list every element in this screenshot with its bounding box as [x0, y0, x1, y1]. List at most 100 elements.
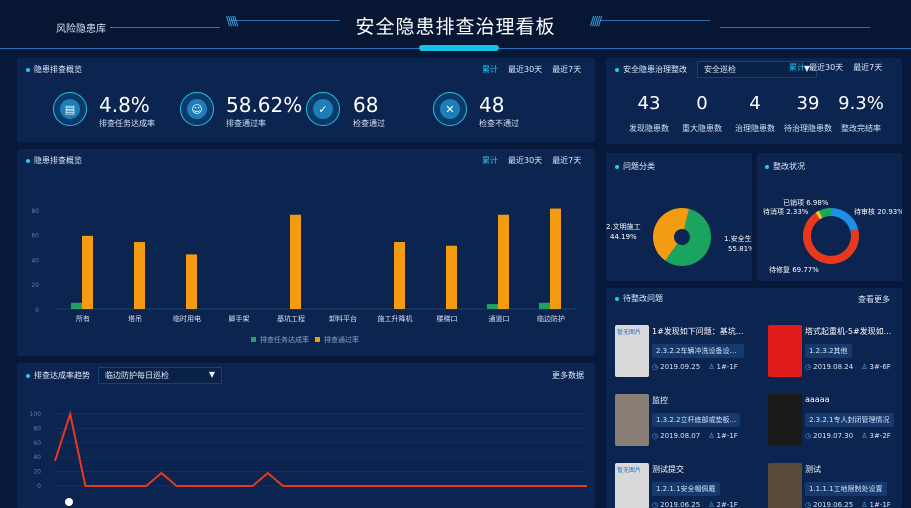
x-tick-label: 通道口: [489, 314, 510, 323]
issue-tag: 1.2.3.2其他: [805, 344, 852, 358]
issue-tag: 1.1.1.1工地限制处设置: [805, 482, 887, 496]
donut-label: 待审核 20.93%: [854, 207, 902, 216]
y-tick-label: 20: [33, 469, 41, 476]
rstat-found-label: 发现隐患数: [629, 124, 669, 133]
bar-tab-30d[interactable]: 最近30天: [508, 156, 542, 165]
x-tick-label: 临边防护: [537, 314, 565, 323]
person-icon: ♙: [708, 432, 715, 440]
issue-meta: ◷ 2019.06.25 ♙ 1#-1F: [805, 501, 891, 508]
y-tick-label: 0: [35, 307, 39, 314]
issue-meta: ◷ 2019.07.30 ♙ 3#-2F: [805, 432, 891, 440]
issue-title: 监控: [652, 396, 668, 405]
pending-issues-title: 待整改问题: [615, 293, 663, 304]
rstat-pending-value: 39: [796, 93, 820, 114]
bar-tab-total[interactable]: 累计: [482, 156, 498, 165]
pending-issue-card[interactable]: aaaaa 2.3.2.1专人封闭管理情况 ◷ 2019.07.30 ♙ 3#-2F: [768, 392, 904, 448]
x-tick-label: 塔吊: [128, 314, 142, 323]
y-tick-label: 20: [31, 282, 39, 289]
issue-meta: ◷ 2019.08.07 ♙ 1#-1F: [652, 432, 738, 440]
clock-icon: ◷: [652, 363, 659, 371]
stat-passed-label: 检查通过: [353, 119, 385, 128]
pie-label: 1.安全生产: [724, 234, 752, 243]
y-tick-label: 80: [33, 425, 41, 432]
rectify-select-value: 安全巡检: [704, 65, 736, 74]
clock-icon: ◷: [652, 501, 659, 508]
issue-date: 2019.06.25: [660, 501, 701, 508]
bar-排查任务达成率: [539, 302, 550, 309]
trend-title: 排查达成率趋势: [26, 370, 90, 381]
issue-location: 2#-1F: [716, 501, 738, 508]
stat-pass-rate-value: 58.62%: [226, 93, 303, 117]
office-photo: [615, 394, 649, 446]
dark-photo: [768, 394, 802, 446]
overview-tab-total[interactable]: 累计: [482, 65, 498, 74]
pie-value: 44.19%: [610, 233, 637, 241]
trend-line: [54, 410, 587, 487]
issue-location: 3#-6F: [869, 363, 891, 371]
rectify-tab-7d[interactable]: 最近7天: [853, 63, 882, 72]
clock-icon: ◷: [805, 501, 812, 508]
x-tick-label: 楼梯口: [437, 314, 458, 323]
pending-more-link[interactable]: 查看更多: [858, 294, 890, 305]
thumb-alt-text: 暂无图片: [617, 467, 642, 474]
pending-issue-card[interactable]: 监控 1.3.2.2立杆底部或垫板... ◷ 2019.08.07 ♙ 1#-1F: [615, 392, 751, 448]
rstat-found-value: 43: [637, 93, 661, 114]
header-deco-line-right: [600, 20, 710, 21]
y-tick-label: 60: [31, 233, 39, 240]
header-stripes-left: \\\\\: [226, 14, 238, 28]
pie-value: 55.81%: [728, 245, 752, 253]
bar-排查通过率: [186, 254, 197, 309]
site-photo: [768, 463, 802, 508]
rectify-tab-30d[interactable]: 最近30天: [809, 63, 843, 72]
bar-排查通过率: [290, 214, 301, 309]
rectify-status-title: 整改状况: [765, 161, 805, 172]
issue-category-pie: 1.安全生产 55.81% 2.文明施工 44.19%: [606, 208, 752, 266]
bar-排查通过率: [446, 245, 457, 309]
title-underline: [419, 45, 499, 51]
pending-issue-card[interactable]: 暂无图片 测试提交 1.2.1.1安全帽佩戴 ◷ 2019.06.25 ♙ 2#-1F: [615, 461, 751, 508]
overview-tabs: 累计 最近30天 最近7天: [472, 64, 581, 75]
issue-meta: ◷ 2019.08.24 ♙ 3#-6F: [805, 363, 891, 371]
trend-select[interactable]: 临边防护每日巡检 ▼: [98, 367, 222, 384]
issue-title: aaaaa: [805, 395, 830, 404]
y-tick-label: 100: [30, 411, 42, 418]
stat-failed-label: 检查不通过: [479, 119, 519, 128]
legend-swatch: [251, 337, 256, 342]
pie-label: 2.文明施工: [606, 222, 641, 231]
pending-issue-card[interactable]: 塔式起重机-5#发现如... 1.2.3.2其他 ◷ 2019.08.24 ♙ 3#-6F: [768, 323, 904, 379]
x-tick-label: 所有: [76, 314, 90, 323]
bar-排查通过率: [394, 242, 405, 309]
overview-tab-30d[interactable]: 最近30天: [508, 65, 542, 74]
bar-排查通过率: [498, 214, 509, 309]
bar-排查通过率: [550, 208, 561, 309]
trend-select-value: 临边防护每日巡检: [105, 371, 169, 380]
donut-label: 待修复 69.77%: [769, 265, 819, 274]
x-tick-label: 施工升降机: [378, 314, 413, 323]
x-tick-label: 临时用电: [173, 314, 201, 323]
pending-issue-card[interactable]: 测试 1.1.1.1工地限制处设置 ◷ 2019.06.25 ♙ 1#-1F: [768, 461, 904, 508]
x-tick-label: 基坑工程: [277, 314, 305, 323]
x-tick-label: 脚手架: [229, 314, 250, 323]
header-deco-line-left: [110, 27, 220, 28]
document-x-icon: ✕: [433, 92, 467, 126]
legend-label: 排查通过率: [324, 335, 359, 344]
overview-tab-7d[interactable]: 最近7天: [552, 65, 581, 74]
task-report-icon: ▤: [53, 92, 87, 126]
pending-issue-card[interactable]: 暂无图片 1#发现如下问题：基坑... 2.3.2.2车辆冲洗设备设置... ◷ 201…: [615, 323, 751, 379]
issue-tag: 1.2.1.1安全帽佩戴: [652, 482, 720, 496]
bar-tab-7d[interactable]: 最近7天: [552, 156, 581, 165]
rstat-major-label: 重大隐患数: [682, 124, 722, 133]
rstat-pending-label: 待治理隐患数: [784, 124, 832, 133]
stat-failed-value: 48: [479, 93, 505, 117]
bar-chart: 0 20 40 60 80 所有 塔吊 临时用电 脚手架 基坑工程 卸料平台 施工升降机 楼梯口 通道口 临…: [31, 208, 577, 344]
stat-pass-rate-label: 排查通过率: [226, 119, 266, 128]
stat-task-rate-label: 排查任务达成率: [99, 119, 155, 128]
rectify-status-donut: 待审核 20.93% 待修复 69.77% 待消项 2.33%已销项 6.98%: [763, 198, 902, 274]
trend-more-link[interactable]: 更多数据: [552, 370, 584, 381]
issue-date: 2019.09.25: [660, 363, 701, 371]
issue-location: 1#-1F: [716, 432, 738, 440]
rectify-tab-total[interactable]: 累计: [789, 63, 805, 72]
inspector-icon: ☺: [180, 92, 214, 126]
page-title: 安全隐患排查治理看板: [355, 16, 556, 38]
issue-title: 测试: [805, 465, 821, 474]
